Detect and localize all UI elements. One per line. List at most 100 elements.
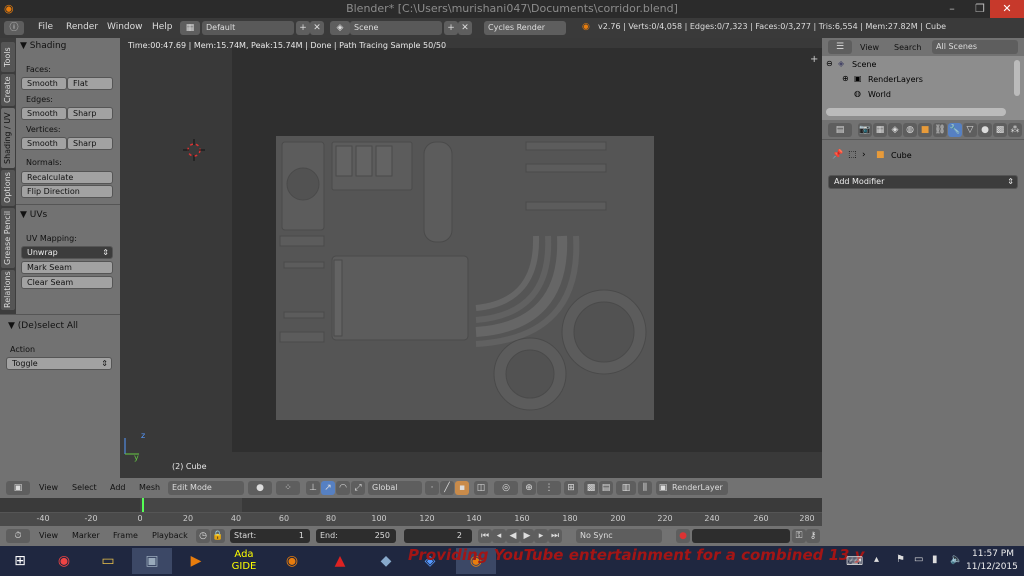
- screen-layout-field[interactable]: Default: [202, 21, 294, 35]
- scale-icon[interactable]: ⤢: [351, 481, 365, 495]
- keying-set-field[interactable]: [692, 529, 790, 543]
- play-reverse-icon[interactable]: ◀: [506, 529, 520, 543]
- particles-tab-icon[interactable]: ⁂: [1008, 123, 1022, 137]
- render-tab-icon[interactable]: 📷: [858, 123, 872, 137]
- snap-icon[interactable]: ⊕: [522, 481, 536, 495]
- jump-start-icon[interactable]: ⏮: [478, 529, 492, 543]
- current-frame-indicator[interactable]: [142, 498, 144, 512]
- keyboard-icon[interactable]: ⌨: [846, 554, 863, 568]
- menu-playback[interactable]: Playback: [152, 531, 188, 540]
- outliner-filter-dropdown[interactable]: All Scenes: [932, 40, 1018, 54]
- layers-icon[interactable]: ▥: [616, 481, 636, 495]
- faces-smooth-button[interactable]: Smooth: [21, 77, 67, 90]
- edge-select-icon[interactable]: ╱: [440, 481, 454, 495]
- vertices-sharp-button[interactable]: Sharp: [67, 137, 113, 150]
- tray-icon[interactable]: ▴: [874, 554, 879, 565]
- flag-icon[interactable]: ⚑: [896, 554, 905, 565]
- outliner-item-renderlayers[interactable]: ⊕ ▣ RenderLayers: [822, 73, 1012, 87]
- menu-render[interactable]: Render: [66, 22, 98, 32]
- modifiers-tab-icon[interactable]: 🔧: [948, 123, 962, 137]
- mode-dropdown[interactable]: Edit Mode: [168, 481, 244, 495]
- windows-start-icon[interactable]: ⊞: [0, 548, 40, 574]
- mark-seam-button[interactable]: Mark Seam: [21, 261, 113, 274]
- clear-seam-button[interactable]: Clear Seam: [21, 276, 113, 289]
- acrobat-icon[interactable]: ▲: [320, 548, 360, 574]
- add-layout-icon[interactable]: +: [296, 21, 310, 35]
- pivot-point-icon[interactable]: ⁘: [276, 481, 300, 495]
- translate-icon[interactable]: ↗: [321, 481, 335, 495]
- outliner-vertical-scrollbar[interactable]: [1014, 60, 1020, 96]
- data-tab-icon[interactable]: ▽: [963, 123, 977, 137]
- network-icon[interactable]: ▮: [932, 554, 938, 565]
- next-keyframe-icon[interactable]: ▸: [534, 529, 548, 543]
- snap-element-icon[interactable]: ⋮: [537, 481, 561, 495]
- remove-layout-icon[interactable]: ✕: [310, 21, 324, 35]
- edges-smooth-button[interactable]: Smooth: [21, 107, 67, 120]
- record-icon[interactable]: ●: [676, 529, 690, 543]
- collapse-icon[interactable]: ⊖: [826, 59, 833, 68]
- faces-flat-button[interactable]: Flat: [67, 77, 113, 90]
- delete-keyframe-icon[interactable]: ⚷: [806, 529, 820, 543]
- chrome-icon[interactable]: ◉: [44, 548, 84, 574]
- media-player-icon[interactable]: ▶: [176, 548, 216, 574]
- tab-relations[interactable]: Relations: [1, 270, 15, 310]
- proportional-edit-icon[interactable]: ◎: [494, 481, 518, 495]
- outliner-item-world[interactable]: ◍ World: [822, 88, 1012, 102]
- timeline[interactable]: -40 -20 0 20 40 60 80 100 120 140 160 18…: [0, 498, 822, 526]
- blender-icon[interactable]: ◉: [272, 548, 312, 574]
- unwrap-dropdown[interactable]: Unwrap ⇕: [21, 246, 113, 259]
- tab-options[interactable]: Options: [1, 170, 15, 206]
- start-frame-field[interactable]: Start: 1: [230, 529, 310, 543]
- 3d-cursor-icon[interactable]: [183, 139, 205, 161]
- menu-window[interactable]: Window: [107, 22, 143, 32]
- display-icon[interactable]: ▭: [914, 554, 923, 565]
- tab-grease-pencil[interactable]: Grease Pencil: [1, 208, 15, 268]
- recalculate-button[interactable]: Recalculate: [21, 171, 113, 184]
- scene-field[interactable]: Scene: [350, 21, 442, 35]
- clock-time[interactable]: 11:57 PM: [972, 549, 1014, 559]
- face-select-icon[interactable]: ▪: [455, 481, 469, 495]
- flip-direction-button[interactable]: Flip Direction: [21, 185, 113, 198]
- menu-file[interactable]: File: [38, 22, 53, 32]
- render-engine-dropdown[interactable]: Cycles Render: [484, 21, 566, 35]
- editor-type-icon[interactable]: ▣: [6, 481, 30, 495]
- editor-type-icon[interactable]: ⓘ: [4, 21, 24, 35]
- scene-icon[interactable]: ◈: [330, 21, 350, 35]
- viewport-corner-plus-icon[interactable]: +: [810, 54, 818, 65]
- action-dropdown[interactable]: Toggle ⇕: [6, 357, 112, 370]
- outliner-horizontal-scrollbar[interactable]: [826, 108, 1006, 116]
- rotate-icon[interactable]: ◠: [336, 481, 350, 495]
- render-layers-tab-icon[interactable]: ▦: [873, 123, 887, 137]
- menu-help[interactable]: Help: [152, 22, 173, 32]
- menu-view[interactable]: View: [39, 531, 58, 540]
- app-icon[interactable]: ◆: [366, 548, 406, 574]
- orientation-dropdown[interactable]: Global: [368, 481, 422, 495]
- menu-mesh[interactable]: Mesh: [139, 483, 160, 492]
- remove-scene-icon[interactable]: ✕: [458, 21, 472, 35]
- menu-search[interactable]: Search: [894, 43, 921, 52]
- clock-date[interactable]: 11/12/2015: [966, 562, 1018, 572]
- insert-keyframe-icon[interactable]: ⚿: [792, 529, 806, 543]
- editor-type-icon[interactable]: ⏱: [6, 529, 30, 543]
- end-frame-field[interactable]: End: 250: [316, 529, 396, 543]
- jump-end-icon[interactable]: ⏭: [548, 529, 562, 543]
- manipulator-icon[interactable]: ⊥: [306, 481, 320, 495]
- tab-shading-uv[interactable]: Shading / UV: [1, 108, 15, 168]
- snap-target-icon[interactable]: ⊞: [564, 481, 578, 495]
- tab-tools[interactable]: Tools: [1, 42, 15, 72]
- lock-layers-icon[interactable]: ⫼: [638, 481, 652, 495]
- pin-icon[interactable]: 📌: [832, 150, 843, 160]
- outliner-item-scene[interactable]: ⊖ ◈ Scene: [822, 58, 1012, 72]
- render-layer-field[interactable]: RenderLayer: [668, 481, 728, 495]
- vertices-smooth-button[interactable]: Smooth: [21, 137, 67, 150]
- material-tab-icon[interactable]: ●: [978, 123, 992, 137]
- add-scene-icon[interactable]: +: [444, 21, 458, 35]
- preview-range-icon[interactable]: ◷: [196, 529, 210, 543]
- uvs-panel-header[interactable]: ▼ UVs: [20, 210, 47, 220]
- menu-add[interactable]: Add: [110, 483, 126, 492]
- vertex-select-icon[interactable]: ·: [425, 481, 439, 495]
- menu-view[interactable]: View: [860, 43, 879, 52]
- ada-gide-icon[interactable]: Ada GIDE: [224, 548, 264, 574]
- operator-panel-header[interactable]: ▼ (De)select All: [8, 321, 78, 331]
- sync-dropdown[interactable]: No Sync: [576, 529, 662, 543]
